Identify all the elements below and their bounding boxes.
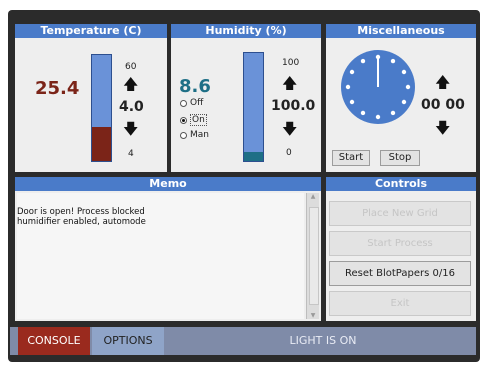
mode-on-label: On [190, 114, 207, 126]
controls-panel: Controls Place New Grid Start Process Re… [326, 177, 476, 321]
status-message: LIGHT IS ON [289, 334, 357, 347]
misc-panel: Miscellaneous 🡅 00 00 🡇 Start Stop [326, 24, 476, 172]
humidity-title: Humidity (%) [171, 24, 321, 38]
temperature-setpoint: 4.0 [119, 99, 144, 115]
temperature-min: 4 [128, 149, 134, 159]
humidity-bar [243, 52, 264, 162]
memo-panel: Memo Door is open! Process blocked humid… [15, 177, 321, 321]
arrow-down-icon[interactable]: 🡇 [435, 121, 450, 136]
clock-icon [341, 50, 415, 124]
mode-off-radio[interactable]: Off [180, 98, 203, 108]
memo-text-area[interactable]: Door is open! Process blocked humidifier… [17, 193, 304, 319]
memo-title: Memo [15, 177, 321, 191]
exit-button[interactable]: Exit [329, 291, 471, 316]
mode-man-label: Man [190, 130, 209, 140]
humidity-min: 0 [286, 148, 292, 158]
scroll-down-icon[interactable]: ▼ [307, 312, 319, 319]
mode-on-radio[interactable]: On [180, 114, 207, 126]
temperature-bar [91, 54, 112, 162]
memo-scrollbar[interactable]: ▲ ▼ [306, 193, 319, 319]
humidity-current: 8.6 [179, 76, 211, 97]
temperature-current: 25.4 [35, 78, 80, 99]
reset-blotpapers-button[interactable]: Reset BlotPapers 0/16 [329, 261, 471, 286]
timer-value: 00 00 [421, 97, 465, 113]
radio-dot [180, 99, 187, 107]
clock-tick [405, 84, 411, 90]
clock-tick [360, 58, 366, 64]
scroll-thumb[interactable] [309, 207, 319, 305]
arrow-down-icon[interactable]: 🡇 [282, 122, 297, 137]
temperature-max: 60 [125, 62, 137, 72]
clock-tick [401, 69, 407, 75]
temperature-bar-fill [92, 127, 111, 161]
start-process-button[interactable]: Start Process [329, 231, 471, 256]
arrow-down-icon[interactable]: 🡇 [123, 122, 138, 137]
clock-tick [390, 58, 396, 64]
temperature-panel: Temperature (C) 25.4 60 🡅 4.0 🡇 4 [15, 24, 167, 172]
clock-tick [401, 99, 407, 105]
options-tab[interactable]: OPTIONS [92, 327, 164, 355]
humidity-bar-fill [244, 151, 263, 161]
arrow-up-icon[interactable]: 🡅 [435, 75, 450, 90]
scroll-up-icon[interactable]: ▲ [307, 193, 319, 200]
memo-line: humidifier enabled, automode [17, 217, 146, 227]
controls-title: Controls [326, 177, 476, 191]
arrow-up-icon[interactable]: 🡅 [123, 77, 138, 92]
clock-tick [360, 110, 366, 116]
temperature-title: Temperature (C) [15, 24, 167, 38]
clock-tick [349, 99, 355, 105]
mode-man-radio[interactable]: Man [180, 130, 209, 140]
humidity-setpoint: 100.0 [271, 98, 316, 114]
clock-tick [390, 110, 396, 116]
mode-off-label: Off [190, 98, 204, 108]
start-button[interactable]: Start [332, 150, 370, 166]
clock-tick [375, 114, 381, 120]
radio-dot [180, 131, 187, 139]
arrow-up-icon[interactable]: 🡅 [282, 76, 297, 91]
memo-line: Door is open! Process blocked [17, 207, 145, 217]
misc-title: Miscellaneous [326, 24, 476, 38]
humidity-max: 100 [282, 58, 300, 68]
radio-dot-selected [180, 116, 187, 124]
bottom-status-bar: CONSOLE OPTIONS LIGHT IS ON [10, 327, 476, 355]
clock-tick [349, 69, 355, 75]
humidity-panel: Humidity (%) 8.6 Off On Man 100 🡅 100.0 … [171, 24, 321, 172]
console-tab[interactable]: CONSOLE [18, 327, 90, 355]
clock-tick [345, 84, 351, 90]
stop-button[interactable]: Stop [380, 150, 420, 166]
place-new-grid-button[interactable]: Place New Grid [329, 201, 471, 226]
